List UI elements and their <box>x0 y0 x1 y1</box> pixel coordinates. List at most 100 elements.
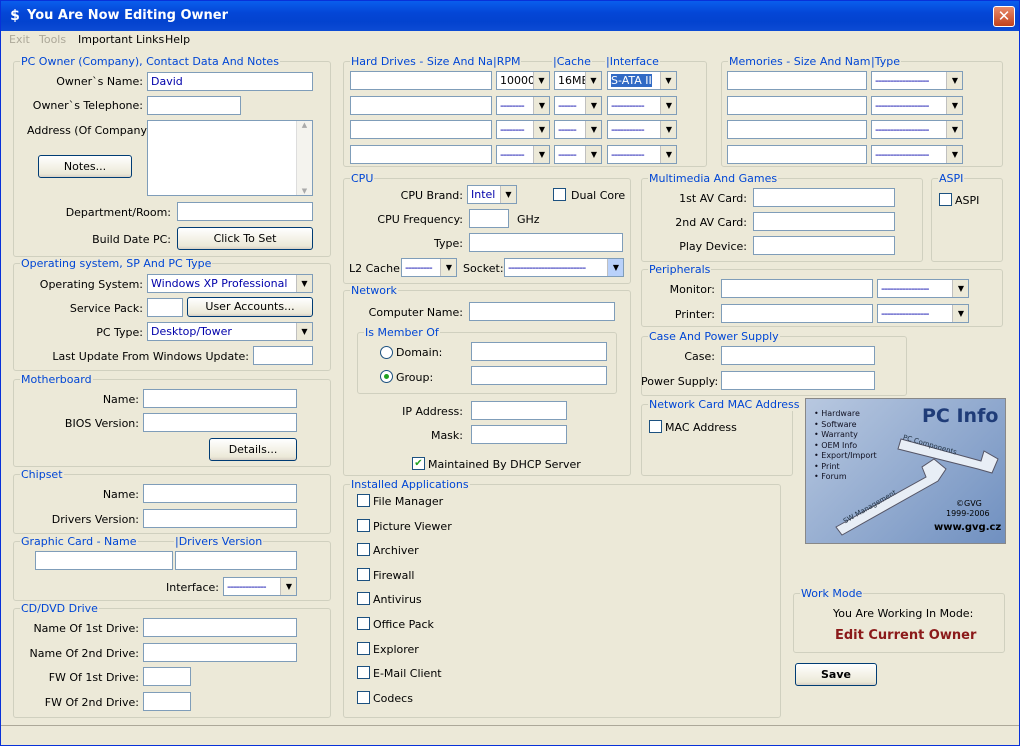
play-input[interactable] <box>753 236 895 255</box>
hdd-name-input[interactable] <box>350 95 492 115</box>
app-checkbox[interactable] <box>357 690 370 704</box>
hdd-interface-select[interactable]: ----------- ▼ <box>607 95 677 115</box>
sp-input[interactable] <box>147 298 183 317</box>
user-accounts-button[interactable]: User Accounts... <box>187 297 313 317</box>
memory-type-select[interactable]: ------------------ ▼ <box>871 120 963 139</box>
notes-button[interactable]: Notes... <box>38 155 132 178</box>
menu-important-links[interactable]: Important Links <box>78 33 164 46</box>
fw2-input[interactable] <box>143 692 191 711</box>
cpu-freq-input[interactable] <box>469 209 509 228</box>
memory-name-input[interactable] <box>727 95 867 115</box>
graphic-name-input[interactable] <box>35 551 173 570</box>
fw1-input[interactable] <box>143 667 191 686</box>
mac-checkbox[interactable] <box>649 420 662 433</box>
l2-select[interactable]: --------- ▼ <box>401 258 457 277</box>
app-checkbox[interactable] <box>357 543 370 557</box>
menu-help[interactable]: Help <box>165 33 190 46</box>
details-button[interactable]: Details... <box>209 438 297 461</box>
power-input[interactable] <box>721 371 875 390</box>
hdd-group-title: Hard Drives - Size And Name <box>350 55 512 68</box>
hdd-name-input[interactable] <box>350 71 492 90</box>
app-checkbox[interactable] <box>357 567 370 581</box>
workmode-line2: Edit Current Owner <box>835 628 977 643</box>
owner-phone-input[interactable] <box>147 96 241 115</box>
bios-label: BIOS Version: <box>64 417 139 430</box>
chevron-down-icon: ▼ <box>660 96 676 114</box>
hdd-name-input[interactable] <box>350 144 492 164</box>
update-input[interactable] <box>253 346 313 365</box>
group-radio[interactable] <box>380 370 393 383</box>
menu-tools[interactable]: Tools <box>39 33 66 46</box>
os-select[interactable]: Windows XP Professional ▼ <box>147 274 313 293</box>
build-date-button[interactable]: Click To Set <box>177 227 313 250</box>
owner-name-input[interactable]: David <box>147 72 313 91</box>
chipset-drivers-input[interactable] <box>143 509 297 528</box>
cpu-type-input[interactable] <box>469 233 623 252</box>
mask-input[interactable] <box>471 425 567 444</box>
mac-group: Network Card MAC Address <box>641 398 801 476</box>
av1-input[interactable] <box>753 188 895 207</box>
app-checkbox[interactable] <box>357 641 370 655</box>
hdd-rpm-select[interactable]: -------- ▼ <box>496 95 550 115</box>
graphic-drivers-input[interactable] <box>175 551 297 570</box>
hdd-cache-select[interactable]: ------ ▼ <box>554 120 602 139</box>
address-scrollbar[interactable]: ▲ ▼ <box>296 121 312 195</box>
socket-select[interactable]: -------------------------- ▼ <box>504 258 624 277</box>
network-group-title: Network <box>350 284 398 297</box>
graphic-interface-select[interactable]: ------------- ▼ <box>223 577 297 596</box>
save-button[interactable]: Save <box>795 663 877 686</box>
ip-input[interactable] <box>471 401 567 420</box>
printer-select[interactable]: ---------------- ▼ <box>877 304 969 323</box>
chipset-name-input[interactable] <box>143 484 297 503</box>
domain-input[interactable] <box>471 342 607 361</box>
memory-name-input[interactable] <box>727 144 867 164</box>
cpu-brand-select[interactable]: Intel ▼ <box>467 185 517 204</box>
hdd-rpm-select[interactable]: 10000 ▼ <box>496 71 550 90</box>
monitor-input[interactable] <box>721 279 873 298</box>
memory-type-select[interactable]: ------------------ ▼ <box>871 95 963 115</box>
hdd-cache-select[interactable]: ------ ▼ <box>554 95 602 115</box>
dual-core-checkbox[interactable] <box>553 188 566 201</box>
hdd-name-input[interactable] <box>350 120 492 139</box>
logo-feature-item: • Warranty <box>814 430 858 439</box>
chevron-down-icon: ▼ <box>585 72 601 89</box>
cd2-input[interactable] <box>143 643 297 662</box>
memory-name-input[interactable] <box>727 120 867 139</box>
l2-select-value: --------- <box>405 261 433 274</box>
hdd-cache-select-value: ------ <box>558 98 577 112</box>
hdd-rpm-select[interactable]: -------- ▼ <box>496 120 550 139</box>
printer-input[interactable] <box>721 304 873 323</box>
hdd-cache-select[interactable]: ------ ▼ <box>554 144 602 164</box>
case-input[interactable] <box>721 346 875 365</box>
hdd-interface-select[interactable]: ----------- ▼ <box>607 120 677 139</box>
pctype-select[interactable]: Desktop/Tower ▼ <box>147 322 313 341</box>
peripherals-group-title: Peripherals <box>648 263 712 276</box>
app-checkbox[interactable] <box>357 666 370 680</box>
memory-name-input[interactable] <box>727 71 867 90</box>
hdd-interface-select[interactable]: ----------- ▼ <box>607 144 677 164</box>
dhcp-checkbox[interactable]: ✔ <box>412 457 425 470</box>
department-input[interactable] <box>177 202 313 221</box>
monitor-select[interactable]: ---------------- ▼ <box>877 279 969 298</box>
hdd-interface-select[interactable]: S-ATA II ▼ <box>607 71 677 90</box>
memory-type-select[interactable]: ------------------ ▼ <box>871 71 963 90</box>
group-input[interactable] <box>471 366 607 385</box>
av2-input[interactable] <box>753 212 895 231</box>
close-button[interactable]: ✕ <box>993 6 1015 27</box>
bios-input[interactable] <box>143 413 297 432</box>
app-checkbox[interactable] <box>357 518 370 532</box>
address-textarea[interactable]: ▲ ▼ <box>147 120 313 196</box>
app-checkbox[interactable] <box>357 617 370 630</box>
app-checkbox[interactable] <box>357 494 370 507</box>
hdd-rpm-select[interactable]: -------- ▼ <box>496 144 550 164</box>
memory-type-select[interactable]: ------------------ ▼ <box>871 144 963 164</box>
computer-name-input[interactable] <box>469 302 615 321</box>
domain-radio[interactable] <box>380 346 393 359</box>
cd1-input[interactable] <box>143 618 297 637</box>
aspi-checkbox[interactable] <box>939 193 952 206</box>
mb-name-input[interactable] <box>143 389 297 408</box>
menu-exit[interactable]: Exit <box>9 33 30 46</box>
fw1-label: FW Of 1st Drive: <box>48 671 139 684</box>
app-checkbox[interactable] <box>357 592 370 606</box>
hdd-cache-select[interactable]: 16MB ▼ <box>554 71 602 90</box>
